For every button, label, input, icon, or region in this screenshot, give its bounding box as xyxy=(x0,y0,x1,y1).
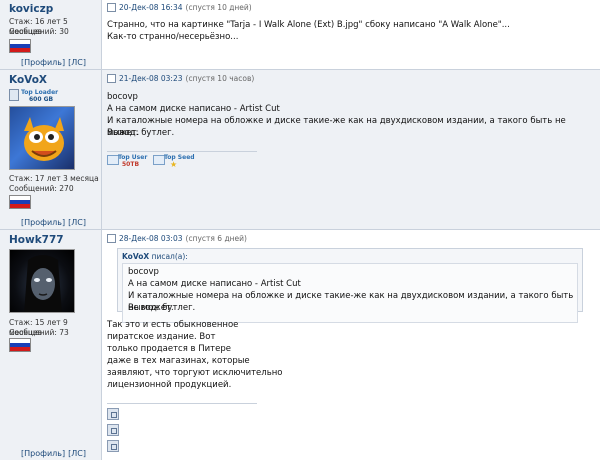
post-text-line: bocovp xyxy=(107,92,138,102)
profile-link[interactable]: [Профиль] xyxy=(21,218,65,227)
post-kovox: KoVoX Top Loader 600 GB Стаж: 17 лет 3 м… xyxy=(0,70,600,230)
signature-image-icon xyxy=(107,424,119,436)
russia-flag-icon xyxy=(9,338,31,352)
signature-image-icon xyxy=(107,408,119,420)
post-date[interactable]: 21-Дек-08 03:23 xyxy=(119,74,183,83)
author-messages: Сообщений: 30 xyxy=(9,27,69,36)
post-howk777: Howk777 Стаж: 15 лет 9 месяцев Сообщений… xyxy=(0,230,600,460)
signature-divider xyxy=(107,151,257,152)
post-author-panel: KoVoX Top Loader 600 GB Стаж: 17 лет 3 м… xyxy=(0,70,102,230)
post-since: (спустя 6 дней) xyxy=(185,234,247,243)
quote-block: KoVoX писал(а): bocovp А на самом диске … xyxy=(117,248,583,323)
post-text-line: дажe в тех магазинах, которые xyxy=(107,356,250,366)
rank-icon xyxy=(9,89,19,101)
quote-content: bocovp А на самом диске написано - Artis… xyxy=(122,263,578,323)
post-text-line: Вывод: бутлег. xyxy=(107,128,175,138)
avatar xyxy=(9,106,75,170)
post-text-line: лицензионной продукцией. xyxy=(107,380,232,390)
russia-flag-icon xyxy=(9,195,31,209)
post-text-line: И каталожные номера на обложке и диске т… xyxy=(107,116,566,138)
star-icon: ★ xyxy=(170,160,178,169)
author-links: [Профиль] [ЛС] xyxy=(21,58,89,67)
post-text-line: Как-то странно/несерьёзно... xyxy=(107,32,239,42)
pm-link[interactable]: [ЛС] xyxy=(68,58,86,67)
author-tenure: Стаж: 17 лет 3 месяца xyxy=(9,174,99,183)
quote-text-line: Вывод: бутлег. xyxy=(128,303,196,313)
quote-wrote: писал(а): xyxy=(151,252,188,261)
post-text-line: только продается в Питере xyxy=(107,344,231,354)
quote-author[interactable]: KoVoX xyxy=(122,252,149,261)
post-text-line: Странно, что на картинке "Tarja - I Walk… xyxy=(107,20,510,30)
author-name[interactable]: Howk777 xyxy=(9,234,64,246)
topic-posts: koviczp Стаж: 16 лет 5 месяцев Сообщений… xyxy=(0,0,600,460)
post-icon[interactable] xyxy=(107,234,116,243)
top-seed-badge: Top Seed xyxy=(164,154,195,161)
post-author-panel: Howk777 Стаж: 15 лет 9 месяцев Сообщений… xyxy=(0,230,102,460)
top-user-badge: Top User xyxy=(118,154,148,161)
author-messages: Сообщений: 270 xyxy=(9,184,74,193)
author-messages: Сообщений: 73 xyxy=(9,328,69,337)
profile-link[interactable]: [Профиль] xyxy=(21,449,65,458)
post-text-line: пиратское издание. Вот xyxy=(107,332,216,342)
post-header: 20-Дек-08 16:34 (спустя 10 дней) xyxy=(107,3,252,12)
signature-image-icon xyxy=(107,440,119,452)
quote-text-line: bocovp xyxy=(128,267,159,277)
avatar-image-icon xyxy=(24,117,64,161)
post-date[interactable]: 28-Дек-08 03:03 xyxy=(119,234,183,243)
post-since: (спустя 10 часов) xyxy=(185,74,255,83)
post-date[interactable]: 20-Дек-08 16:34 xyxy=(119,3,183,12)
post-author-panel: koviczp Стаж: 16 лет 5 месяцев Сообщений… xyxy=(0,0,102,70)
post-koviczp: koviczp Стаж: 16 лет 5 месяцев Сообщений… xyxy=(0,0,600,70)
quote-text-line: А на самом диске написано - Artist Cut xyxy=(128,279,301,289)
author-name[interactable]: koviczp xyxy=(9,3,53,15)
rank-title: Top Loader xyxy=(21,89,59,96)
rank-value: 600 GB xyxy=(29,96,54,103)
post-header: 28-Дек-08 03:03 (спустя 6 дней) xyxy=(107,234,247,243)
post-icon[interactable] xyxy=(107,3,116,12)
author-links: [Профиль] [ЛС] xyxy=(21,449,89,458)
post-body: 20-Дек-08 16:34 (спустя 10 дней) Странно… xyxy=(102,0,600,70)
post-body: 21-Дек-08 03:23 (спустя 10 часов) bocovp… xyxy=(102,70,600,230)
post-text-line: заявляют, что торгуют исключительно xyxy=(107,368,283,378)
author-name[interactable]: KoVoX xyxy=(9,74,47,86)
quote-text-line: И каталожные номера на обложке и диске т… xyxy=(128,291,574,313)
avatar xyxy=(9,249,75,313)
post-since: (спустя 10 дней) xyxy=(185,3,252,12)
pm-link[interactable]: [ЛС] xyxy=(68,218,86,227)
avatar-image-icon xyxy=(24,255,62,312)
post-icon[interactable] xyxy=(107,74,116,83)
author-links: [Профиль] [ЛС] xyxy=(21,218,89,227)
post-header: 21-Дек-08 03:23 (спустя 10 часов) xyxy=(107,74,254,83)
russia-flag-icon xyxy=(9,39,31,53)
quote-header: KoVoX писал(а): xyxy=(122,252,188,261)
post-text-line: А на самом диске написано - Artist Cut xyxy=(107,104,280,114)
post-text-line: Так это и есть обыкновенное xyxy=(107,320,239,330)
top-user-value: 50TB xyxy=(122,161,140,168)
post-body: 28-Дек-08 03:03 (спустя 6 дней) KoVoX пи… xyxy=(102,230,600,460)
pm-link[interactable]: [ЛС] xyxy=(68,449,86,458)
profile-link[interactable]: [Профиль] xyxy=(21,58,65,67)
signature-divider xyxy=(107,403,257,404)
